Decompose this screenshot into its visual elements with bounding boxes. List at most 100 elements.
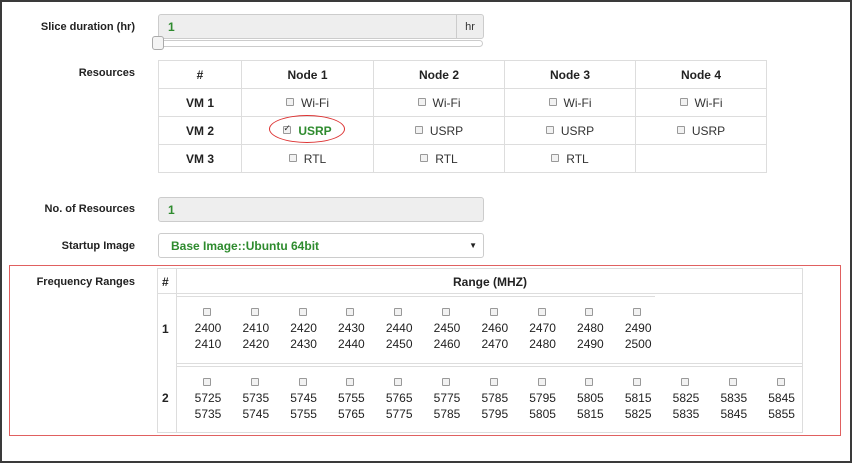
resources-col-node3: Node 3 [504, 60, 636, 89]
range-start: 5755 [338, 391, 365, 405]
checkbox[interactable] [203, 308, 211, 316]
slice-slider-track[interactable] [158, 40, 483, 47]
checkbox[interactable] [442, 308, 450, 316]
range-start: 5745 [290, 391, 317, 405]
range-end: 2470 [481, 337, 509, 351]
resource-option[interactable]: Wi-Fi [635, 88, 767, 117]
frequency-range-option[interactable]: 2400 2410 [190, 308, 226, 352]
frequency-range-option[interactable]: 2440 2450 [381, 308, 417, 352]
checkbox[interactable] [681, 378, 689, 386]
range-end: 2490 [577, 337, 604, 351]
checkbox[interactable] [676, 125, 685, 134]
resource-option[interactable]: USRP [504, 116, 636, 145]
checkbox[interactable] [489, 378, 498, 386]
frequency-range-option[interactable]: 5835 5845 [716, 378, 752, 422]
frequency-range-option[interactable]: 2460 2470 [477, 308, 513, 352]
frequency-range-option[interactable]: 5775 5785 [429, 378, 465, 422]
slice-slider-thumb[interactable] [152, 36, 164, 50]
startup-image-select[interactable]: Base Image::Ubuntu 64bit ▼ [158, 233, 484, 258]
range-end: 5835 [672, 407, 700, 421]
frequency-range-option[interactable]: 5785 5795 [477, 378, 513, 422]
checkbox[interactable] [414, 125, 423, 134]
range-end: 5755 [290, 407, 317, 421]
table-row: VM 1 Wi-Fi Wi-Fi Wi-Fi Wi-Fi [158, 88, 767, 117]
resource-option[interactable]: RTL [504, 144, 636, 173]
slice-unit-addon: hr [456, 14, 484, 39]
checkbox[interactable] [394, 378, 403, 386]
frequency-range-option[interactable]: 5845 5855 [764, 378, 800, 422]
range-start: 5845 [768, 391, 795, 405]
checkbox-checked[interactable] [283, 123, 292, 134]
checkbox[interactable] [442, 378, 450, 386]
checkbox[interactable] [537, 308, 546, 316]
frequency-range-option[interactable]: 5755 5765 [333, 378, 369, 422]
checkbox[interactable] [633, 378, 642, 386]
frequency-range-option[interactable]: 2430 2440 [333, 308, 369, 352]
checkbox[interactable] [346, 378, 355, 386]
range-end: 5825 [624, 407, 652, 421]
checkbox[interactable] [489, 308, 498, 316]
frequency-range-option[interactable]: 2480 2490 [572, 308, 608, 352]
slice-duration-value: 1 [168, 19, 175, 34]
frequency-range-option[interactable]: 5825 5835 [668, 378, 704, 422]
checkbox[interactable] [545, 125, 554, 134]
checkbox[interactable] [346, 308, 355, 316]
range-end: 5795 [481, 407, 509, 421]
frequency-range-option[interactable]: 5745 5755 [286, 378, 322, 422]
frequency-range-option[interactable]: 2450 2460 [429, 308, 465, 352]
frequency-range-option[interactable]: 5725 5735 [190, 378, 226, 422]
resources-col-hash: # [158, 60, 242, 89]
checkbox[interactable] [298, 378, 307, 386]
resource-option[interactable]: USRP [373, 116, 505, 145]
table-row: VM 2 USRP USRP USRP USRP [158, 116, 767, 145]
checkbox[interactable] [298, 308, 307, 316]
checkbox[interactable] [537, 378, 546, 386]
frequency-range-option[interactable]: 5795 5805 [525, 378, 561, 422]
range-end: 5805 [529, 407, 556, 421]
checkbox[interactable] [585, 308, 594, 316]
frequency-range-option[interactable]: 2420 2430 [286, 308, 322, 352]
checkbox[interactable] [288, 153, 297, 162]
frequency-range-option[interactable]: 5735 5745 [238, 378, 274, 422]
vm-label: VM 3 [158, 144, 242, 173]
resource-option-label: RTL [566, 151, 589, 166]
frequency-row-number: 2 [162, 391, 169, 405]
range-start: 2490 [624, 321, 652, 335]
resource-option[interactable]: Wi-Fi [504, 88, 636, 117]
checkbox[interactable] [633, 308, 642, 316]
checkbox[interactable] [548, 97, 557, 106]
frequency-range-option[interactable]: 5805 5815 [572, 378, 608, 422]
frequency-range-option[interactable]: 2470 2480 [525, 308, 561, 352]
resource-option[interactable]: Wi-Fi [373, 88, 505, 117]
frequency-range-option[interactable]: 5765 5775 [381, 378, 417, 422]
checkbox[interactable] [585, 378, 594, 386]
resource-option-label: USRP [560, 123, 595, 138]
slice-duration-input[interactable]: 1 [158, 14, 457, 39]
checkbox[interactable] [417, 97, 426, 106]
range-end: 5785 [433, 407, 461, 421]
range-end: 5855 [768, 407, 795, 421]
checkbox[interactable] [551, 153, 560, 162]
resource-option[interactable]: RTL [241, 144, 374, 173]
resource-option[interactable]: RTL [373, 144, 505, 173]
checkbox[interactable] [420, 153, 429, 162]
resource-option[interactable]: USRP [241, 116, 374, 145]
resource-option[interactable]: USRP [635, 116, 767, 145]
frequency-range-option[interactable]: 2410 2420 [238, 308, 274, 352]
frequency-row-number: 1 [162, 322, 169, 336]
range-start: 5835 [720, 391, 748, 405]
checkbox[interactable] [728, 378, 737, 386]
frequency-range-option[interactable]: 5815 5825 [620, 378, 656, 422]
checkbox[interactable] [394, 308, 403, 316]
frequency-range-option[interactable]: 2490 2500 [620, 308, 656, 352]
checkbox[interactable] [286, 97, 294, 106]
divider [158, 293, 802, 294]
checkbox[interactable] [250, 308, 259, 316]
resource-option[interactable]: Wi-Fi [241, 88, 374, 117]
checkbox[interactable] [203, 378, 211, 386]
checkbox[interactable] [679, 97, 688, 106]
checkbox[interactable] [776, 378, 785, 386]
resource-option-label: Wi-Fi [694, 95, 723, 110]
checkbox[interactable] [250, 378, 259, 386]
range-start: 2420 [290, 321, 317, 335]
